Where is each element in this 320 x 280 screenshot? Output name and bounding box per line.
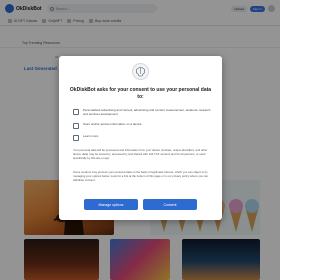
consent-button[interactable]: Consent <box>143 199 197 210</box>
learn-more-link[interactable]: Learn more <box>83 134 213 138</box>
consent-info-paragraph: Your personal data will be processed and… <box>73 148 208 160</box>
purpose-learn-more[interactable]: Learn more <box>73 134 213 141</box>
personalised-ads-icon <box>73 108 79 115</box>
brain-icon <box>132 63 149 80</box>
consent-dialog: OkDiskBot asks for your consent to use y… <box>59 56 222 220</box>
purpose-device-storage: Store and/or access information on a dev… <box>73 122 213 129</box>
manage-options-button[interactable]: Manage options <box>84 199 138 210</box>
purpose-text: Personalised advertising and content, ad… <box>83 108 211 116</box>
consent-title: OkDiskBot asks for your consent to use y… <box>69 87 212 100</box>
purpose-text: Store and/or access information on a dev… <box>83 122 142 126</box>
device-storage-icon <box>73 122 79 129</box>
purpose-personalised-ads: Personalised advertising and content, ad… <box>73 108 213 116</box>
consent-legitimate-interest-paragraph: Some vendors may process your personal d… <box>73 170 209 182</box>
learn-more-icon <box>73 134 79 141</box>
